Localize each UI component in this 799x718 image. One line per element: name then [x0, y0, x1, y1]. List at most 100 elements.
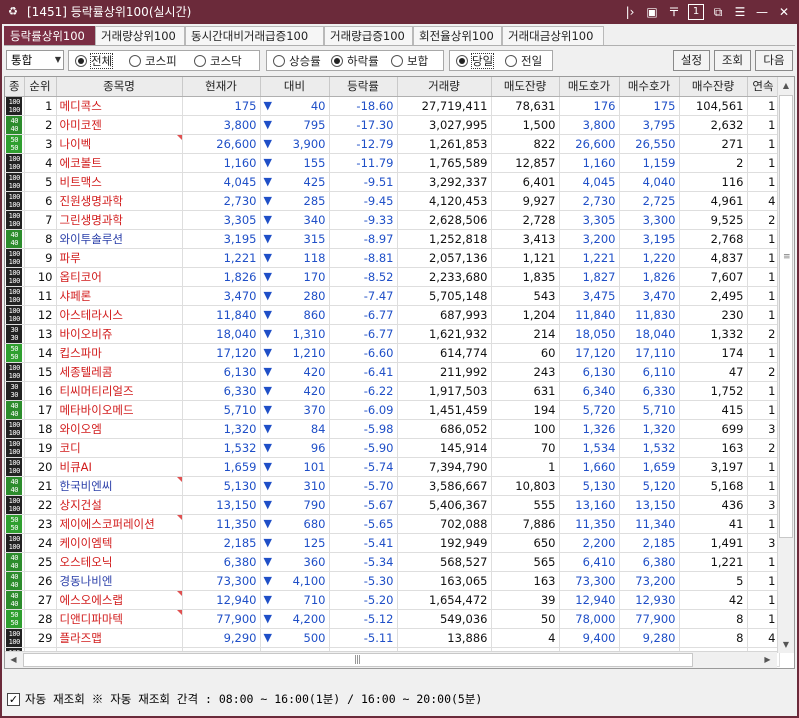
- table-row[interactable]: 50 50 28 디앤디파마텍 77,900 ▼ 4,200 -5.12 549,036 50 78…: [5, 609, 780, 629]
- name-cell[interactable]: 에코볼트: [56, 153, 183, 173]
- col-ask-qty[interactable]: 매도잔량: [491, 77, 560, 97]
- horizontal-scrollbar[interactable]: ◀ ||| ▶: [5, 651, 777, 668]
- name-cell[interactable]: 메디콕스: [56, 96, 183, 116]
- col-rate[interactable]: 등락률: [329, 77, 398, 97]
- table-row[interactable]: 100 100 18 와이오엠 1,320 ▼ 84 -5.98 686,052 100 1,326…: [5, 419, 780, 439]
- col-bid-qty[interactable]: 매수잔량: [679, 77, 748, 97]
- next-button[interactable]: 다음: [755, 50, 793, 71]
- name-cell[interactable]: 상지건설: [56, 495, 183, 515]
- col-price[interactable]: 현재가: [182, 77, 261, 97]
- radio-flat[interactable]: 보합: [391, 53, 428, 69]
- table-row[interactable]: 30 30 16 티씨머티리얼즈 6,330 ▼ 420 -6.22 1,917,503 631 6…: [5, 381, 780, 401]
- name-cell[interactable]: 아미코젠: [56, 115, 183, 135]
- radio-market-kosdaq[interactable]: 코스닥: [194, 53, 242, 69]
- table-row[interactable]: 100 100 12 아스테라시스 11,840 ▼ 860 -6.77 687,993 1,20…: [5, 305, 780, 325]
- name-cell[interactable]: 코디: [56, 438, 183, 458]
- auto-refresh-checkbox[interactable]: ✓: [7, 693, 20, 706]
- table-row[interactable]: 100 100 19 코디 1,532 ▼ 96 -5.90 145,914 70 1,534 1,5…: [5, 438, 780, 458]
- table-row[interactable]: 30 30 13 바이오비쥬 18,040 ▼ 1,310 -6.77 1,621,932 214…: [5, 324, 780, 344]
- table-row[interactable]: 100 100 9 파루 1,221 ▼ 118 -8.81 2,057,136 1,121 1,2…: [5, 248, 780, 268]
- minimize-icon[interactable]: —: [754, 4, 770, 20]
- title-bar[interactable]: ♻ [1451] 등락률상위100(실시간) |› ▣ 〒 1 ⧉ ☰ — ✕: [0, 0, 799, 24]
- table-row[interactable]: 100 100 22 상지건설 13,150 ▼ 790 -5.67 5,406,367 555 1…: [5, 495, 780, 515]
- tab-amount-top[interactable]: 거래대금상위100: [502, 26, 604, 46]
- table-row[interactable]: 40 40 2 아미코젠 3,800 ▼ 795 -17.30 3,027,995 1,500 3,…: [5, 115, 780, 135]
- name-cell[interactable]: 한국비엔씨: [56, 476, 183, 496]
- table-row[interactable]: 50 50 14 킵스파마 17,120 ▼ 1,210 -6.60 614,774 60 17,1…: [5, 343, 780, 363]
- table-row[interactable]: 100 100 11 샤페론 3,470 ▼ 280 -7.47 5,705,148 543 3,4…: [5, 286, 780, 306]
- col-kind[interactable]: 종: [5, 77, 25, 97]
- dock-icon[interactable]: ▣: [644, 4, 660, 20]
- name-cell[interactable]: 플라즈맵: [56, 628, 183, 648]
- scroll-up-icon[interactable]: ▲: [778, 77, 794, 94]
- scroll-thumb[interactable]: ≡: [779, 95, 793, 538]
- hscroll-thumb[interactable]: |||: [23, 653, 693, 667]
- table-row[interactable]: 40 40 27 에스오에스랩 12,940 ▼ 710 -5.20 1,654,472 39 12…: [5, 590, 780, 610]
- radio-market-all[interactable]: 전체: [75, 53, 114, 69]
- radio-today[interactable]: 당일: [456, 53, 495, 69]
- name-cell[interactable]: 비큐AI: [56, 457, 183, 477]
- col-streak[interactable]: 연속: [747, 77, 780, 97]
- name-cell[interactable]: 와이투솔루션: [56, 229, 183, 249]
- name-cell[interactable]: 에스오에스랩: [56, 590, 183, 610]
- radio-yesterday[interactable]: 전일: [505, 53, 542, 69]
- market-select[interactable]: 통합 ▼: [6, 50, 64, 70]
- table-row[interactable]: 100 100 4 에코볼트 1,160 ▼ 155 -11.79 1,765,589 12,85…: [5, 153, 780, 173]
- pin-icon[interactable]: |›: [622, 4, 638, 20]
- list-icon[interactable]: ☰: [732, 4, 748, 20]
- name-cell[interactable]: 아스테라시스: [56, 305, 183, 325]
- tab-volume-top[interactable]: 거래량상위100: [95, 26, 185, 46]
- table-row[interactable]: 100 100 6 진원생명과학 2,730 ▼ 285 -9.45 4,120,453 9,92…: [5, 191, 780, 211]
- name-cell[interactable]: 디앤디파마텍: [56, 609, 183, 629]
- table-row[interactable]: 40 40 25 오스테오닉 6,380 ▼ 360 -5.34 568,527 565 6,410…: [5, 552, 780, 572]
- table-row[interactable]: 50 50 3 나이벡 26,600 ▼ 3,900 -12.79 1,261,853 822 26…: [5, 134, 780, 154]
- table-row[interactable]: 100 100 7 그린생명과학 3,305 ▼ 340 -9.33 2,628,506 2,72…: [5, 210, 780, 230]
- name-cell[interactable]: 바이오비쥬: [56, 324, 183, 344]
- scroll-down-icon[interactable]: ▼: [778, 636, 794, 653]
- col-volume[interactable]: 거래량: [397, 77, 492, 97]
- radio-fall-rate[interactable]: 하락률: [331, 53, 379, 69]
- tab-turnover-top[interactable]: 회전율상위100: [413, 26, 502, 46]
- name-cell[interactable]: 케이이엠텍: [56, 533, 183, 553]
- col-ask-price[interactable]: 매도호가: [559, 77, 620, 97]
- col-rank[interactable]: 순위: [24, 77, 57, 97]
- name-cell[interactable]: 비트맥스: [56, 172, 183, 192]
- table-row[interactable]: 100 100 10 옵티코어 1,826 ▼ 170 -8.52 2,233,680 1,835…: [5, 267, 780, 287]
- name-cell[interactable]: 경동나비엔: [56, 571, 183, 591]
- close-icon[interactable]: ✕: [776, 4, 792, 20]
- radio-market-kospi[interactable]: 코스피: [129, 53, 177, 69]
- col-name[interactable]: 종목명: [56, 77, 183, 97]
- name-cell[interactable]: 메타바이오메드: [56, 400, 183, 420]
- table-row[interactable]: 50 50 23 제이에스코퍼레이션 11,350 ▼ 680 -5.65 702,088 7,8…: [5, 514, 780, 534]
- table-row[interactable]: 40 40 26 경동나비엔 73,300 ▼ 4,100 -5.30 163,065 163 73…: [5, 571, 780, 591]
- window-icon[interactable]: ⧉: [710, 4, 726, 20]
- vertical-scrollbar[interactable]: ▲ ≡ ▼: [777, 77, 794, 653]
- scroll-left-icon[interactable]: ◀: [5, 652, 22, 668]
- name-cell[interactable]: 샤페론: [56, 286, 183, 306]
- table-row[interactable]: 100 100 24 케이이엠텍 2,185 ▼ 125 -5.41 192,949 650 2,2…: [5, 533, 780, 553]
- col-bid-price[interactable]: 매수호가: [619, 77, 680, 97]
- name-cell[interactable]: 그린생명과학: [56, 210, 183, 230]
- query-button[interactable]: 조회: [714, 50, 751, 71]
- table-row[interactable]: 100 100 29 플라즈맵 9,290 ▼ 500 -5.11 13,886 4 9,400 9,…: [5, 628, 780, 648]
- name-cell[interactable]: 세종텔레콤: [56, 362, 183, 382]
- table-row[interactable]: 40 40 21 한국비엔씨 5,130 ▼ 310 -5.70 3,586,667 10,803…: [5, 476, 780, 496]
- name-cell[interactable]: 진원생명과학: [56, 191, 183, 211]
- name-cell[interactable]: 오스테오닉: [56, 552, 183, 572]
- number-icon[interactable]: 1: [688, 4, 704, 20]
- name-cell[interactable]: 킵스파마: [56, 343, 183, 363]
- name-cell[interactable]: 파루: [56, 248, 183, 268]
- marker-icon[interactable]: 〒: [666, 4, 682, 20]
- name-cell[interactable]: 티씨머티리얼즈: [56, 381, 183, 401]
- name-cell[interactable]: 나이벡: [56, 134, 183, 154]
- settings-button[interactable]: 설정: [673, 50, 710, 71]
- name-cell[interactable]: 와이오엠: [56, 419, 183, 439]
- scroll-right-icon[interactable]: ▶: [759, 652, 776, 668]
- table-row[interactable]: 100 100 15 세종텔레콤 6,130 ▼ 420 -6.41 211,992 243 6,1…: [5, 362, 780, 382]
- name-cell[interactable]: 옵티코어: [56, 267, 183, 287]
- table-row[interactable]: 40 40 17 메타바이오메드 5,710 ▼ 370 -6.09 1,451,459 194 5…: [5, 400, 780, 420]
- table-row[interactable]: 100 100 20 비큐AI 1,659 ▼ 101 -5.74 7,394,790 1 1,66…: [5, 457, 780, 477]
- table-row[interactable]: 100 100 5 비트맥스 4,045 ▼ 425 -9.51 3,292,337 6,401 4…: [5, 172, 780, 192]
- tab-volume-surge[interactable]: 거래량급증100: [324, 26, 413, 46]
- name-cell[interactable]: 제이에스코퍼레이션: [56, 514, 183, 534]
